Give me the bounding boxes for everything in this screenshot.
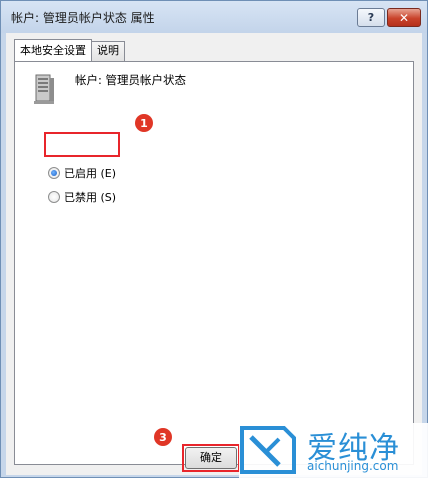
- help-button[interactable]: ?: [357, 8, 385, 27]
- radio-enabled-option[interactable]: 已启用 (E): [48, 165, 116, 181]
- radio-enabled[interactable]: [48, 167, 60, 179]
- tab-strip: 本地安全设置 说明: [14, 39, 125, 61]
- help-icon: ?: [367, 11, 375, 24]
- tab-local-security-setting[interactable]: 本地安全设置: [14, 39, 92, 61]
- ok-button[interactable]: 确定: [185, 447, 237, 469]
- tab-explain[interactable]: 说明: [91, 41, 125, 61]
- close-button[interactable]: ✕: [387, 8, 421, 27]
- watermark-logo-icon: [240, 426, 296, 474]
- properties-dialog: 帐户: 管理员帐户状态 属性 ? ✕ 本地安全设置 说明 帐户: 管理员帐户状态: [0, 0, 428, 478]
- account-label: 帐户: 管理员帐户状态: [75, 73, 187, 87]
- radio-disabled-option[interactable]: 已禁用 (S): [48, 189, 116, 205]
- title-bar[interactable]: 帐户: 管理员帐户状态 属性 ? ✕: [1, 1, 427, 33]
- server-icon: [34, 74, 54, 104]
- watermark: 爱纯净 aichunjing.com: [239, 423, 428, 478]
- radio-enabled-label[interactable]: 已启用 (E): [64, 165, 116, 181]
- step-badge-3: 3: [154, 428, 172, 446]
- dialog-client-area: 本地安全设置 说明 帐户: 管理员帐户状态 已启用 (E) 已禁用 (S): [6, 33, 422, 475]
- window-title: 帐户: 管理员帐户状态 属性: [11, 11, 155, 25]
- radio-disabled-label[interactable]: 已禁用 (S): [64, 189, 116, 205]
- watermark-text-en: aichunjing.com: [307, 459, 399, 473]
- tab-panel: 帐户: 管理员帐户状态 已启用 (E) 已禁用 (S): [14, 61, 414, 465]
- close-icon: ✕: [398, 10, 410, 25]
- step-badge-1: 1: [135, 114, 153, 132]
- radio-disabled[interactable]: [48, 191, 60, 203]
